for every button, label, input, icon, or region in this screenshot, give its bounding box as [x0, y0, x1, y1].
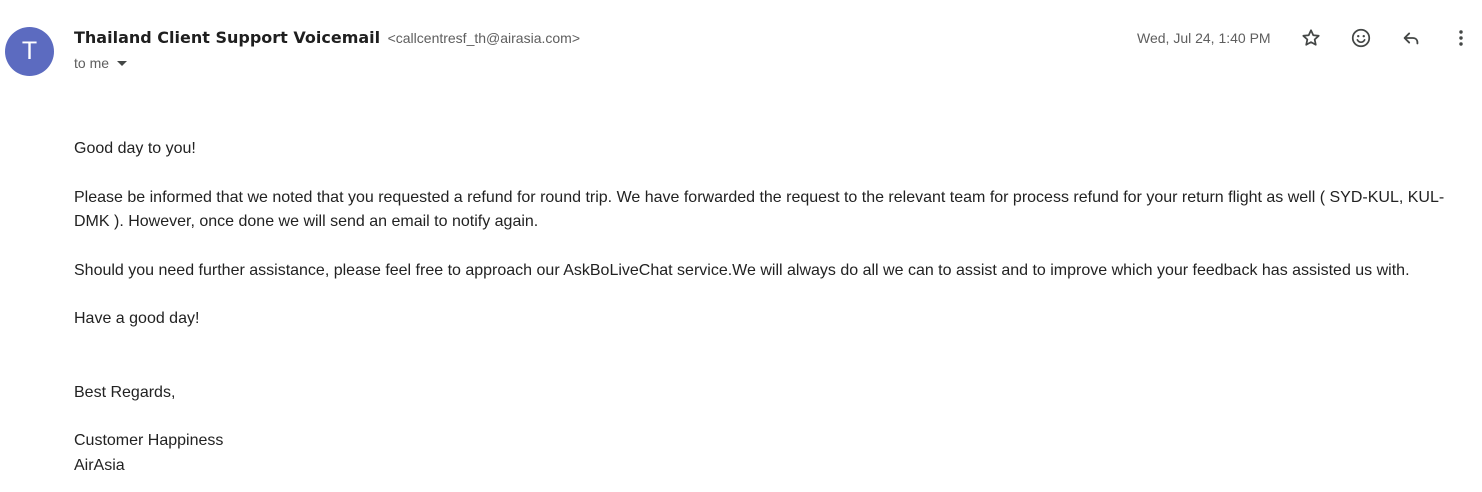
sender-line: Thailand Client Support Voicemail <callc… — [74, 27, 580, 50]
refund-info-paragraph: Please be informed that we noted that yo… — [74, 189, 1445, 230]
signature-team: Customer Happiness — [74, 432, 224, 449]
signature-company: AirAsia — [74, 457, 125, 474]
sender-name[interactable]: Thailand Client Support Voicemail — [74, 28, 380, 47]
message-date: Wed, Jul 24, 1:40 PM — [1137, 30, 1271, 46]
assistance-paragraph: Should you need further assistance, plea… — [74, 262, 1410, 279]
more-options-button[interactable] — [1449, 26, 1473, 50]
greeting-paragraph: Good day to you! — [74, 140, 196, 157]
recipient-label: to me — [74, 55, 110, 71]
closing-wish: Have a good day! — [74, 310, 200, 327]
reply-icon — [1403, 32, 1419, 45]
sender-avatar[interactable]: T — [5, 27, 54, 76]
emoji-icon — [1351, 28, 1371, 48]
star-icon — [1302, 29, 1320, 46]
signature-regards: Best Regards, — [74, 384, 176, 401]
recipient-details-toggle[interactable]: to me — [74, 54, 128, 72]
caret-down-icon[interactable] — [117, 61, 128, 66]
sender-email: <callcentresf_th@airasia.com> — [387, 30, 581, 46]
add-reaction-button[interactable] — [1349, 26, 1373, 50]
star-button[interactable] — [1299, 26, 1323, 50]
more-vert-icon — [1459, 30, 1463, 46]
reply-button[interactable] — [1399, 26, 1423, 50]
